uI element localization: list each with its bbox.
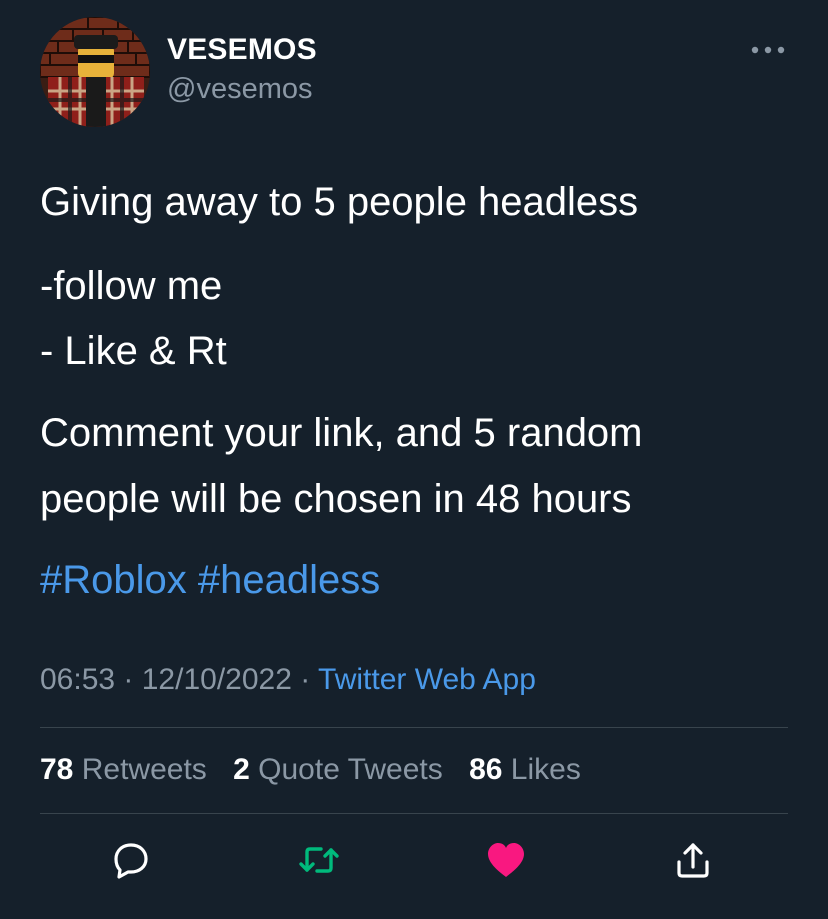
tweet-text-line: people will be chosen in 48 hours [40, 477, 632, 521]
likes-stat[interactable]: 86 Likes [469, 752, 581, 788]
likes-count: 86 [469, 753, 503, 786]
tweet-meta: 06:53 · 12/10/2022 · Twitter Web App [40, 662, 536, 698]
heart-icon [488, 843, 524, 877]
retweets-label: Retweets [81, 753, 207, 786]
tweet-text-line: Giving away to 5 people headless [40, 180, 639, 224]
tweet-source-link[interactable]: Twitter Web App [318, 663, 536, 696]
retweets-stat[interactable]: 78 Retweets [40, 752, 207, 788]
tweet-detail: VESEMOS @vesemos Giving away to 5 people… [0, 0, 828, 919]
author-handle[interactable]: @vesemos [167, 73, 312, 106]
divider [40, 813, 788, 814]
divider [40, 727, 788, 728]
author-display-name[interactable]: VESEMOS [167, 33, 317, 67]
likes-label: Likes [510, 753, 581, 786]
tweet-text-line: -follow me [40, 264, 223, 308]
tweet-hashtags: #Roblox #headless [40, 558, 380, 602]
quote-tweets-stat[interactable]: 2 Quote Tweets [233, 752, 443, 788]
hashtag-link[interactable]: #Roblox [40, 558, 187, 602]
quote-tweets-count: 2 [233, 753, 250, 786]
tweet-date[interactable]: 12/10/2022 [142, 663, 292, 696]
retweet-icon [299, 847, 339, 873]
reply-icon [114, 843, 148, 879]
more-options-icon[interactable] [748, 36, 788, 64]
avatar[interactable] [40, 17, 150, 127]
tweet-text-line: - Like & Rt [40, 329, 227, 373]
reply-button[interactable] [109, 838, 153, 882]
retweet-button[interactable] [297, 838, 341, 882]
hashtag-link[interactable]: #headless [198, 558, 380, 602]
retweets-count: 78 [40, 753, 74, 786]
quote-tweets-label: Quote Tweets [258, 753, 443, 786]
tweet-time[interactable]: 06:53 [40, 663, 115, 696]
meta-separator: · [291, 663, 319, 696]
tweet-text-line: Comment your link, and 5 random [40, 411, 643, 455]
like-button[interactable] [484, 838, 528, 882]
avatar-image [40, 17, 150, 127]
meta-separator: · [115, 663, 142, 696]
share-icon [677, 843, 709, 878]
tweet-stats: 78 Retweets 2 Quote Tweets 86 Likes [40, 752, 599, 788]
share-button[interactable] [671, 838, 715, 882]
